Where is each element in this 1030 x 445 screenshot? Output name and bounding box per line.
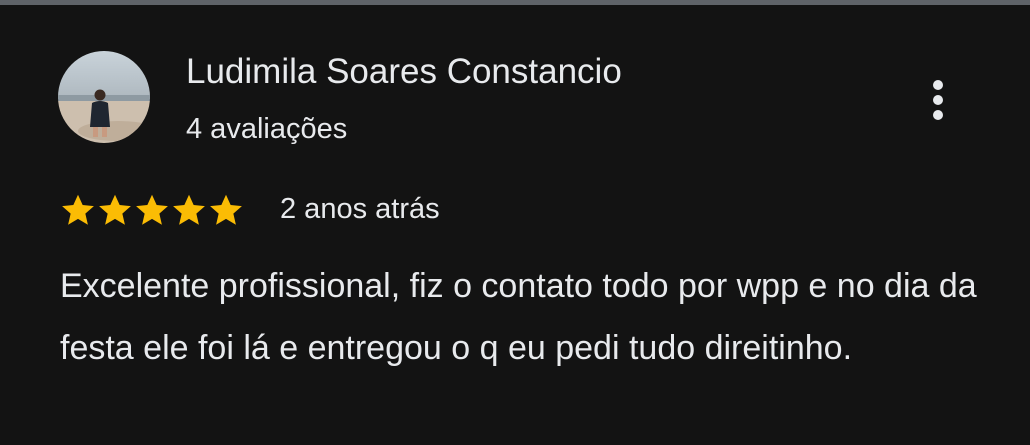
star-icon: [136, 194, 168, 225]
review-count: 4 avaliações: [186, 113, 348, 145]
review-date: 2 anos atrás: [280, 193, 440, 225]
author-name[interactable]: Ludimila Soares Constancio: [186, 51, 622, 93]
star-icon: [173, 194, 205, 225]
review-text: Excelente profissional, fiz o contato to…: [60, 267, 977, 367]
more-options-button[interactable]: [918, 75, 958, 125]
more-vertical-icon-dot: [933, 110, 943, 120]
star-icon: [62, 194, 94, 225]
star-icon: [99, 194, 131, 225]
avatar[interactable]: [58, 51, 150, 143]
more-vertical-icon: [933, 80, 943, 90]
review-card: Ludimila Soares Constancio 4 avaliações …: [0, 5, 1030, 445]
more-vertical-icon-dot: [933, 95, 943, 105]
avatar-photo: [58, 51, 150, 143]
star-icon: [210, 194, 242, 225]
star-rating: [60, 192, 244, 236]
